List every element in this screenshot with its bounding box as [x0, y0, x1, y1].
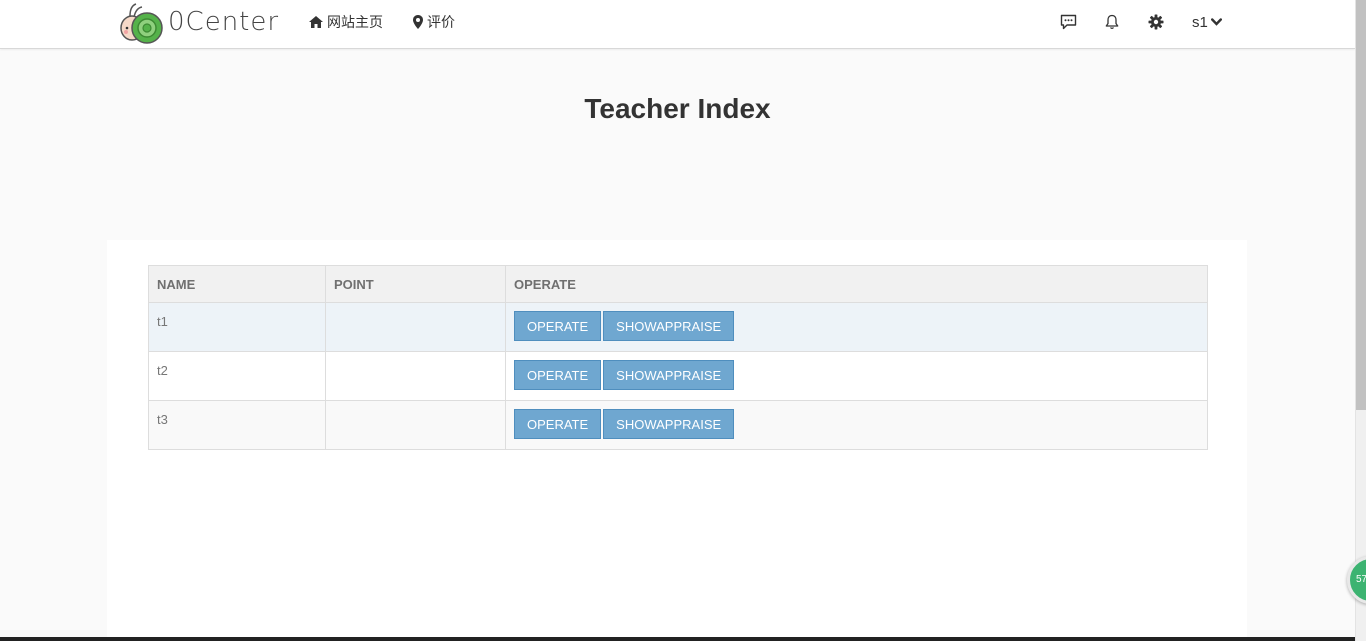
gear-icon: [1148, 14, 1164, 30]
show-appraise-button[interactable]: SHOWAPPRAISE: [603, 409, 735, 439]
operate-cell: OPERATE SHOWAPPRAISE: [505, 302, 1208, 352]
map-marker-icon: [413, 15, 423, 29]
messages-button[interactable]: [1058, 12, 1078, 32]
column-header-point[interactable]: POINT: [325, 265, 506, 303]
nav-appraise[interactable]: 评价: [413, 0, 455, 44]
floating-counter-badge[interactable]: 57: [1347, 556, 1366, 604]
nav-home[interactable]: 网站主页: [309, 0, 383, 44]
operate-button[interactable]: OPERATE: [514, 360, 602, 390]
page-title: Teacher Index: [584, 93, 771, 124]
brand-name: 0Center: [168, 7, 280, 37]
settings-button[interactable]: [1146, 12, 1166, 32]
column-header-name[interactable]: NAME: [148, 265, 326, 303]
teacher-point-cell: [325, 302, 506, 352]
table-header-row: NAME POINT OPERATE: [148, 265, 1208, 303]
column-header-operate[interactable]: OPERATE: [505, 265, 1208, 303]
comment-icon: [1060, 14, 1076, 30]
teacher-name-cell: t1: [148, 302, 326, 352]
user-menu[interactable]: s1: [1192, 12, 1222, 32]
chevron-down-icon: [1210, 18, 1222, 26]
nav-home-label: 网站主页: [327, 14, 383, 30]
teacher-point-cell: [325, 351, 506, 401]
nav-appraise-label: 评价: [427, 14, 455, 30]
operate-cell: OPERATE SHOWAPPRAISE: [505, 351, 1208, 401]
table-row: t1 OPERATE SHOWAPPRAISE: [148, 302, 1208, 352]
page-scrollbar-thumb[interactable]: [1356, 0, 1366, 410]
table-row: t3 OPERATE SHOWAPPRAISE: [148, 400, 1208, 450]
notifications-button[interactable]: [1102, 12, 1122, 32]
teacher-name-cell: t2: [148, 351, 326, 401]
operate-cell: OPERATE SHOWAPPRAISE: [505, 400, 1208, 450]
operate-button[interactable]: OPERATE: [514, 311, 602, 341]
bottom-divider: [0, 637, 1355, 641]
operate-button[interactable]: OPERATE: [514, 409, 602, 439]
brand[interactable]: 0Center: [118, 0, 279, 48]
table-row: t2 OPERATE SHOWAPPRAISE: [148, 351, 1208, 401]
home-icon: [309, 16, 323, 28]
teacher-point-cell: [325, 400, 506, 450]
teacher-name-cell: t3: [148, 400, 326, 450]
show-appraise-button[interactable]: SHOWAPPRAISE: [603, 311, 735, 341]
teacher-table: NAME POINT OPERATE t1 OPERATE SHOWAPPRAIS…: [148, 265, 1208, 450]
username: s1: [1192, 13, 1208, 31]
top-navbar: 0Center 网站主页 评价 s1: [0, 0, 1355, 49]
show-appraise-button[interactable]: SHOWAPPRAISE: [603, 360, 735, 390]
bell-icon: [1105, 14, 1119, 30]
snail-logo-icon: [120, 3, 163, 44]
